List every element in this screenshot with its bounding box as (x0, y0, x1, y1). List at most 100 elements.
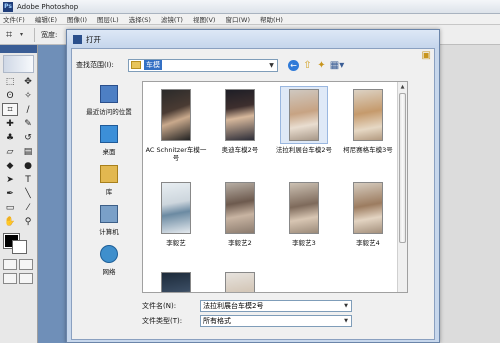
look-in-row: 查找范围(I): 车模 ▼ ← ⇧ ✦ ▦▾ (76, 58, 432, 72)
menubar: 文件(F) 编辑(E) 图像(I) 图层(L) 选择(S) 滤镜(T) 视图(V… (0, 14, 500, 25)
shape-tool-icon[interactable]: ╲ (20, 187, 36, 200)
thumbnail-image (161, 182, 191, 234)
menu-image[interactable]: 图像(I) (67, 14, 87, 24)
menu-filter[interactable]: 滤镜(T) (161, 14, 183, 24)
place-computer[interactable]: 计算机 (76, 201, 142, 239)
slice-tool-icon[interactable]: ∕ (20, 103, 36, 116)
magic-wand-icon[interactable]: ✧ (20, 89, 36, 102)
new-folder-icon[interactable]: ✦ (316, 60, 327, 71)
history-brush-icon[interactable]: ↺ (20, 131, 36, 144)
gradient-tool-icon[interactable]: ▤ (20, 145, 36, 158)
brush-tool-icon[interactable]: ✎ (20, 117, 36, 130)
file-name: 李毅艺4 (356, 239, 380, 247)
file-name: 柯尼赛格车模3号 (343, 146, 393, 154)
chevron-down-icon[interactable]: ▼ (266, 62, 277, 69)
crop-tool-icon[interactable]: ⌗ (2, 103, 18, 116)
place-network[interactable]: 网络 (76, 241, 142, 279)
file-item[interactable]: 李毅艺3 (273, 179, 335, 269)
file-item[interactable]: AC Schnitzer车模一号 (145, 86, 207, 179)
thumbnail-grid: AC Schnitzer车模一号 奥迪车模2号 法拉利展台车模2号 柯尼赛格车模… (143, 82, 407, 292)
quick-mask-icon[interactable] (19, 259, 33, 270)
blur-tool-icon[interactable]: ◆ (2, 159, 18, 172)
up-folder-icon[interactable]: ⇧ (302, 60, 313, 71)
crop-icon[interactable]: ⌗ (6, 28, 18, 41)
place-label: 计算机 (99, 228, 119, 236)
notes-tool-icon[interactable]: ▭ (2, 201, 18, 214)
filename-value: 法拉利展台车模2号 (203, 302, 264, 310)
thumbnail-frame (344, 86, 392, 144)
thumbnail-frame (216, 86, 264, 144)
menu-window[interactable]: 窗口(W) (225, 14, 250, 24)
zoom-tool-icon[interactable]: ⚲ (20, 215, 36, 228)
computer-icon (100, 205, 118, 223)
dodge-tool-icon[interactable]: ● (20, 159, 36, 172)
menu-help[interactable]: 帮助(H) (260, 14, 283, 24)
type-tool-icon[interactable]: T (20, 173, 36, 186)
standard-mode-icon[interactable] (3, 259, 17, 270)
file-item[interactable]: 奥迪车模2号 (209, 86, 271, 179)
clone-stamp-icon[interactable]: ♣ (2, 131, 18, 144)
file-item[interactable] (209, 269, 271, 292)
thumbnail-frame (152, 269, 200, 292)
file-item[interactable]: 柯尼赛格车模3号 (337, 86, 399, 179)
filename-field[interactable]: 法拉利展台车模2号 ▼ (200, 300, 352, 312)
healing-brush-icon[interactable]: ✚ (2, 117, 18, 130)
file-item[interactable] (145, 269, 207, 292)
filetype-select[interactable]: 所有格式 ▼ (200, 315, 352, 327)
marquee-tool-icon[interactable]: ⬚ (2, 75, 18, 88)
vertical-scrollbar[interactable]: ▲ (397, 82, 407, 292)
thumbnail-frame (152, 86, 200, 144)
chevron-down-icon[interactable]: ▼ (341, 318, 351, 324)
file-item[interactable]: 李毅艺4 (337, 179, 399, 269)
thumbnail-image (161, 89, 191, 141)
filetype-label: 文件类型(T): (142, 317, 183, 325)
full-screen-icon[interactable] (19, 273, 33, 284)
filename-label: 文件名(N): (142, 302, 177, 310)
move-tool-icon[interactable]: ✥ (20, 75, 36, 88)
menu-view[interactable]: 视图(V) (193, 14, 216, 24)
file-item-selected[interactable]: 法拉利展台车模2号 (273, 86, 335, 179)
app-titlebar: Ps Adobe Photoshop (0, 0, 500, 14)
menu-edit[interactable]: 编辑(E) (35, 14, 57, 24)
file-item[interactable]: 李毅艺2 (209, 179, 271, 269)
screen-mode-icon[interactable] (3, 273, 17, 284)
thumbnail-frame (344, 179, 392, 237)
thumbnail-image (225, 89, 255, 141)
screen-mode-row (0, 270, 37, 284)
tools-palette-header[interactable] (0, 45, 37, 53)
chevron-down-icon[interactable]: ▼ (341, 303, 351, 309)
pen-tool-icon[interactable]: ✒ (2, 187, 18, 200)
views-menu-icon[interactable]: ▦▾ (330, 60, 344, 71)
tools-palette: ⬚ ✥ ʘ ✧ ⌗ ∕ ✚ ✎ ♣ ↺ ▱ ▤ ◆ ● ➤ T ✒ ╲ ▭ ⁄ … (0, 45, 38, 343)
back-icon[interactable]: ← (288, 59, 299, 71)
tool-preset-dropdown[interactable]: ▾ (20, 31, 28, 38)
eyedropper-icon[interactable]: ⁄ (20, 201, 36, 214)
filetype-value: 所有格式 (203, 317, 231, 325)
mask-mode-row (0, 256, 37, 270)
filename-row: 文件名(N): 法拉利展台车模2号 ▼ (142, 300, 352, 312)
place-label: 库 (105, 188, 113, 196)
file-item[interactable]: 李毅艺 (145, 179, 207, 269)
scrollbar-thumb[interactable] (399, 93, 406, 243)
tool-grid: ⬚ ✥ ʘ ✧ ⌗ ∕ ✚ ✎ ♣ ↺ ▱ ▤ ◆ ● ➤ T ✒ ╲ ▭ ⁄ … (0, 75, 37, 228)
file-name: 李毅艺2 (228, 239, 252, 247)
place-library[interactable]: 库 (76, 161, 142, 199)
menu-file[interactable]: 文件(F) (3, 14, 25, 24)
palette-well (440, 45, 500, 343)
place-desktop[interactable]: 桌面 (76, 121, 142, 159)
thumbnail-frame (280, 86, 328, 144)
eraser-tool-icon[interactable]: ▱ (2, 145, 18, 158)
lasso-tool-icon[interactable]: ʘ (2, 89, 18, 102)
place-recent[interactable]: 最近访问的位置 (76, 81, 142, 119)
menu-layer[interactable]: 图层(L) (97, 14, 119, 24)
look-in-combo[interactable]: 车模 ▼ (128, 58, 278, 72)
dialog-titlebar[interactable]: 打开 (67, 30, 439, 48)
background-color-swatch[interactable] (12, 240, 27, 254)
path-selection-icon[interactable]: ➤ (2, 173, 18, 186)
menu-select[interactable]: 选择(S) (129, 14, 151, 24)
scroll-up-icon[interactable]: ▲ (398, 82, 407, 92)
photoshop-logo-icon: Ps (3, 1, 13, 12)
hand-tool-icon[interactable]: ✋ (2, 215, 18, 228)
thumbnail-image (289, 182, 319, 234)
desktop-icon (100, 125, 118, 143)
